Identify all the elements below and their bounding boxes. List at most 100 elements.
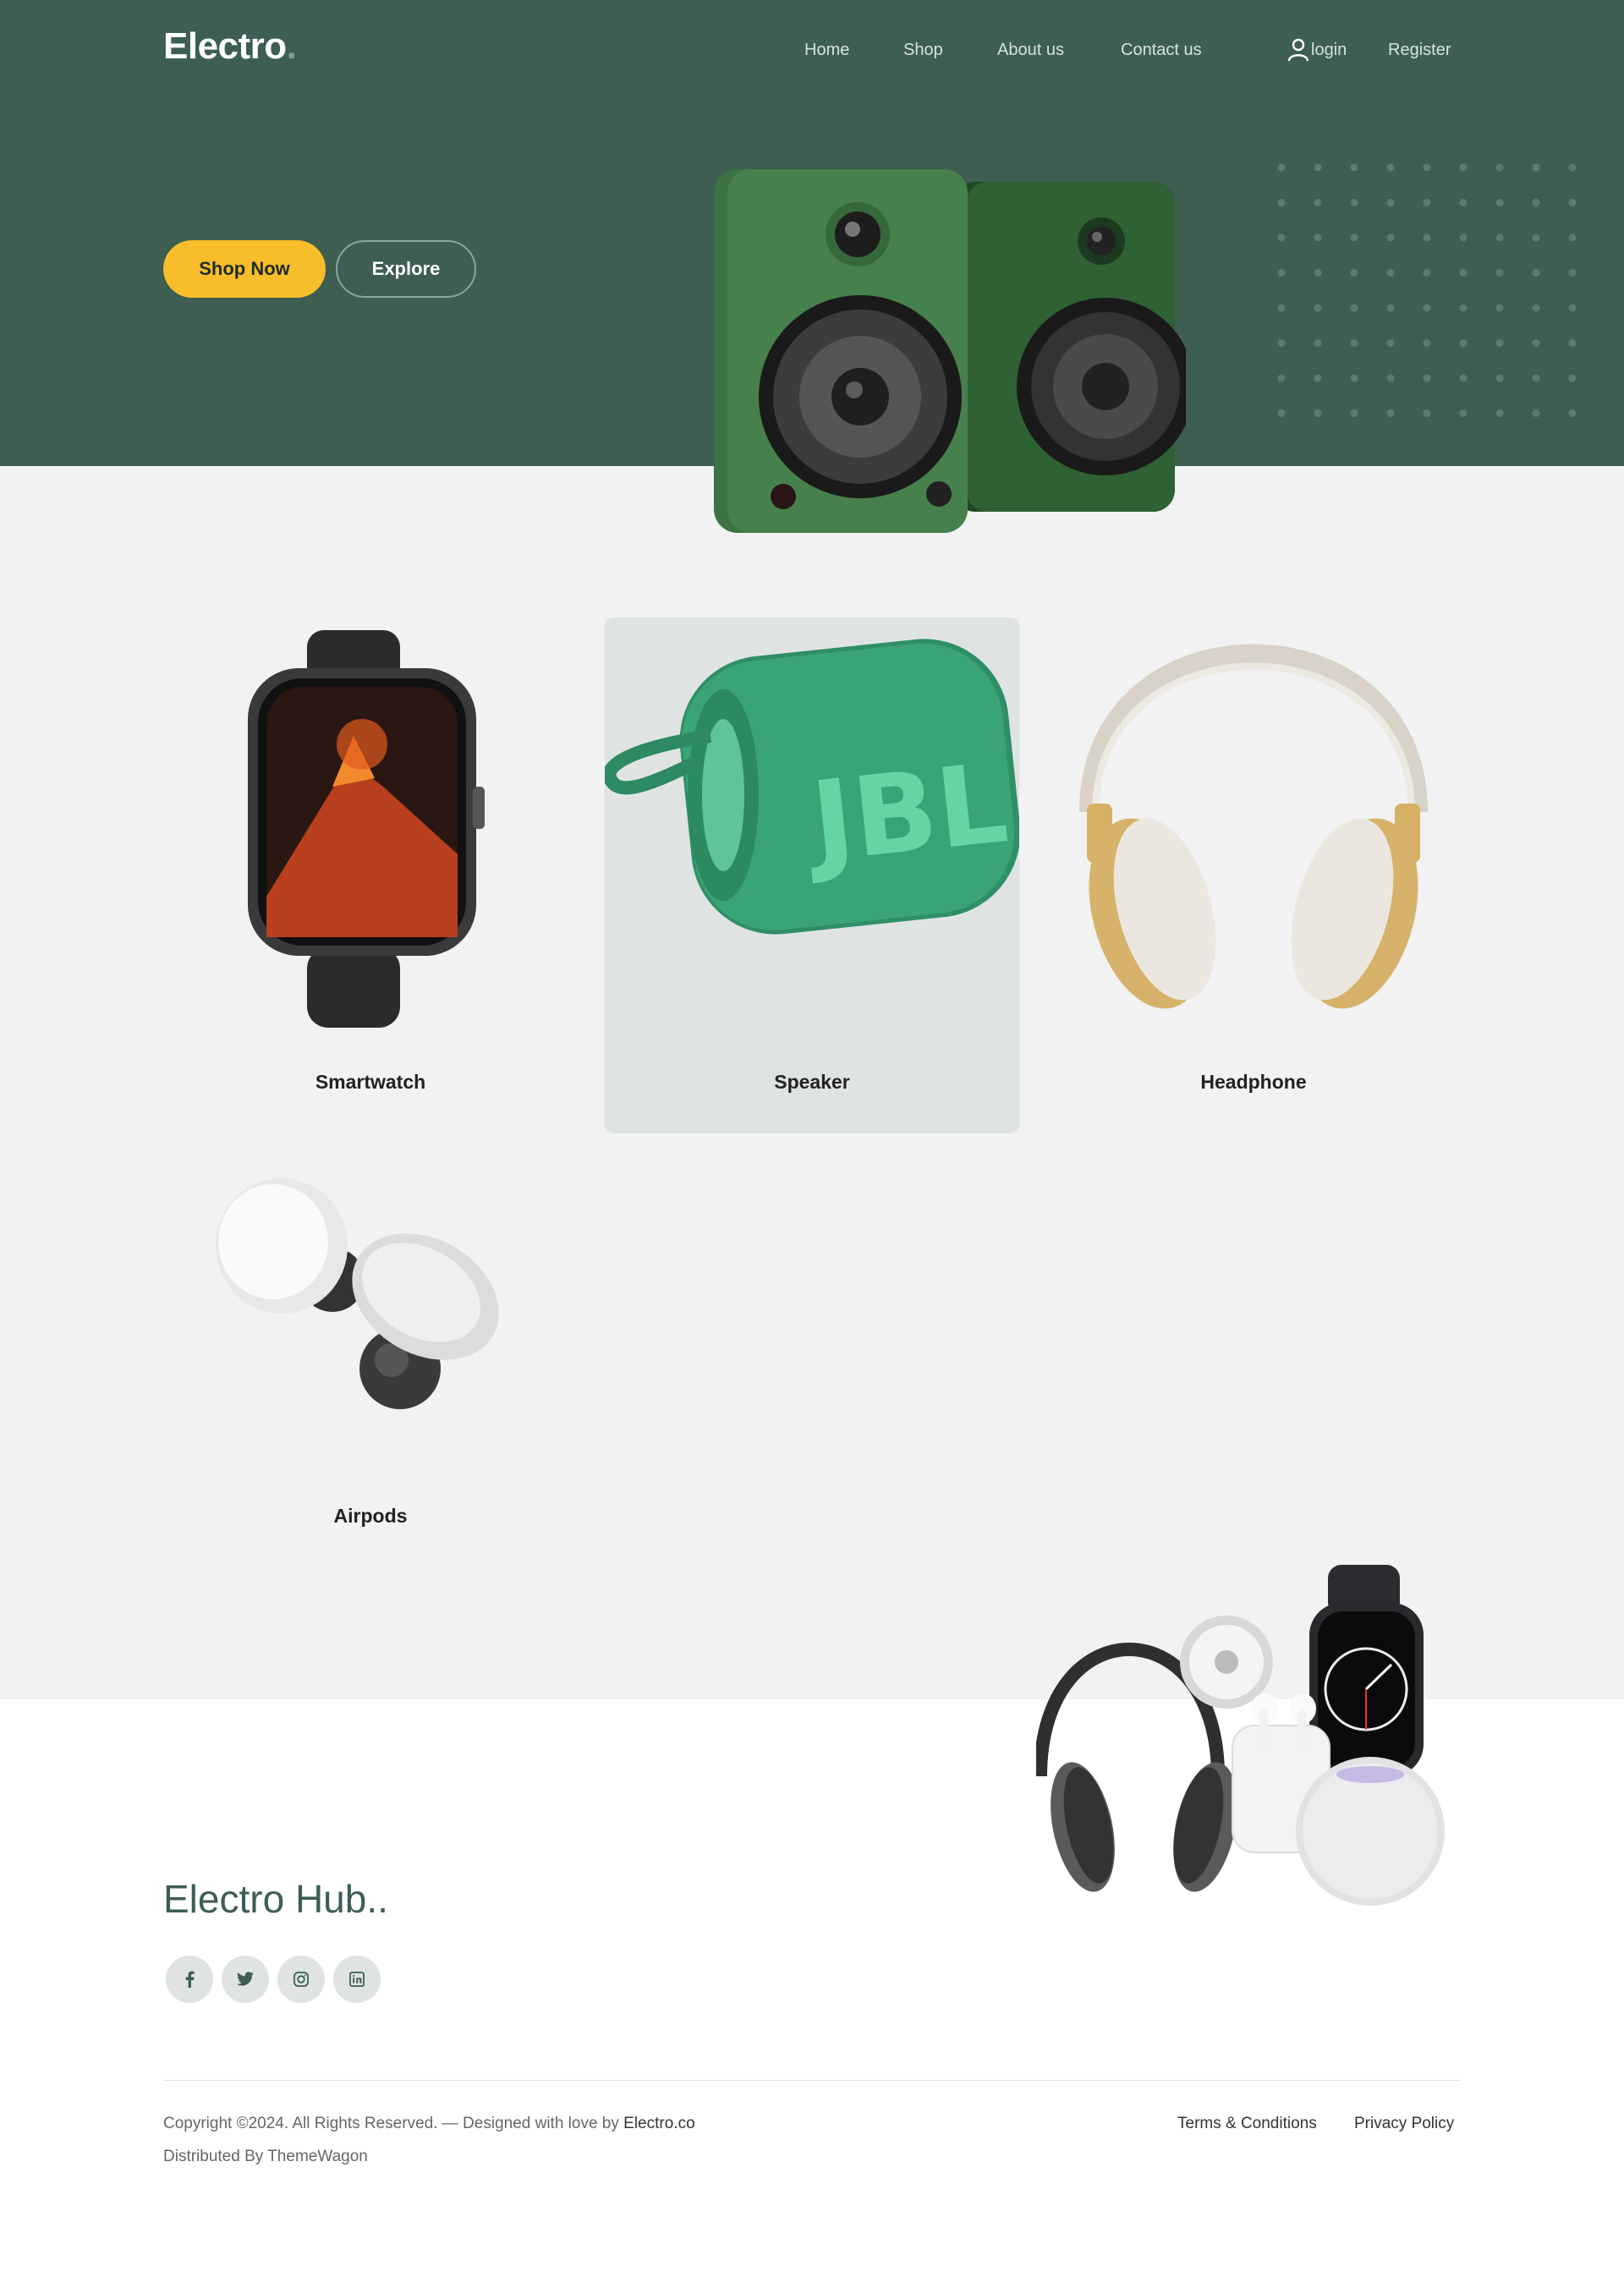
pattern-dot [1386, 339, 1395, 347]
pattern-dot [1314, 339, 1322, 347]
terms-link[interactable]: Terms & Conditions [1177, 2115, 1317, 2133]
pattern-dot [1532, 233, 1540, 242]
pattern-dot [1386, 199, 1395, 206]
footer-divider [163, 2080, 1461, 2081]
headphone-image [1079, 644, 1428, 1009]
pattern-dot [1277, 269, 1286, 277]
pattern-dot [1568, 339, 1577, 347]
pattern-dot [1386, 233, 1395, 242]
pattern-dot [1314, 163, 1322, 172]
pattern-dot [1532, 163, 1540, 172]
pattern-dot [1386, 304, 1395, 312]
pattern-dot [1314, 409, 1322, 417]
pattern-dot [1423, 374, 1431, 382]
pattern-dot [1350, 163, 1358, 172]
pattern-dot [1495, 304, 1504, 312]
pattern-dot [1568, 163, 1577, 172]
pattern-dot [1532, 339, 1540, 347]
nav-contact-us[interactable]: Contact us [1121, 37, 1202, 63]
copyright-text: Copyright ©2024. All Rights Reserved. — … [163, 2115, 695, 2132]
pattern-dot [1532, 269, 1540, 277]
shop-now-button[interactable]: Shop Now [163, 240, 326, 298]
login-link[interactable]: login [1311, 37, 1347, 63]
product-label: Speaker [774, 1071, 850, 1093]
product-label: Airpods [333, 1505, 408, 1527]
pattern-dot [1314, 269, 1322, 277]
privacy-link[interactable]: Privacy Policy [1354, 2115, 1454, 2133]
nav-shop[interactable]: Shop [903, 37, 943, 63]
pattern-dot [1314, 199, 1322, 206]
pattern-dot [1314, 233, 1322, 242]
pattern-dot [1277, 374, 1286, 382]
pattern-dot [1532, 304, 1540, 312]
nav-home[interactable]: Home [804, 37, 849, 63]
instagram-icon[interactable] [277, 1956, 325, 2003]
explore-button[interactable]: Explore [336, 240, 476, 298]
user-icon[interactable] [1286, 37, 1311, 63]
pattern-dot [1532, 199, 1540, 206]
pattern-dot [1495, 269, 1504, 277]
dot-pattern [1277, 163, 1577, 417]
pattern-dot [1459, 409, 1468, 417]
pattern-dot [1277, 163, 1286, 172]
pattern-dot [1568, 409, 1577, 417]
footer-brand: Electro Hub.. [163, 1877, 388, 1921]
twitter-icon[interactable] [222, 1956, 269, 2003]
pattern-dot [1350, 374, 1358, 382]
pattern-dot [1459, 163, 1468, 172]
linkedin-icon[interactable] [333, 1956, 381, 2003]
product-label: Headphone [1200, 1071, 1307, 1093]
pattern-dot [1459, 339, 1468, 347]
pattern-dot [1277, 233, 1286, 242]
pattern-dot [1423, 269, 1431, 277]
pattern-dot [1277, 339, 1286, 347]
pattern-dot [1423, 304, 1431, 312]
pattern-dot [1423, 199, 1431, 206]
pattern-dot [1459, 199, 1468, 206]
pattern-dot [1423, 339, 1431, 347]
pattern-dot [1532, 409, 1540, 417]
pattern-dot [1495, 374, 1504, 382]
speakers-image [714, 169, 1186, 533]
pattern-dot [1459, 374, 1468, 382]
pattern-dot [1423, 163, 1431, 172]
pattern-dot [1495, 199, 1504, 206]
pattern-dot [1568, 304, 1577, 312]
pattern-dot [1495, 163, 1504, 172]
pattern-dot [1386, 163, 1395, 172]
facebook-icon[interactable] [166, 1956, 213, 2003]
pattern-dot [1459, 304, 1468, 312]
product-card-speaker[interactable]: JBL Speaker [605, 617, 1019, 1133]
pattern-dot [1568, 233, 1577, 242]
pattern-dot [1386, 409, 1395, 417]
speaker-image: JBL [605, 639, 1019, 935]
pattern-dot [1277, 199, 1286, 206]
pattern-dot [1423, 409, 1431, 417]
pattern-dot [1350, 269, 1358, 277]
distributed-by-text: Distributed By ThemeWagon [163, 2148, 368, 2165]
pattern-dot [1568, 269, 1577, 277]
pattern-dot [1568, 199, 1577, 206]
pattern-dot [1423, 233, 1431, 242]
pattern-dot [1532, 374, 1540, 382]
pattern-dot [1314, 374, 1322, 382]
product-card-airpods[interactable]: Airpods [163, 1051, 578, 1567]
pattern-dot [1350, 339, 1358, 347]
pattern-dot [1495, 339, 1504, 347]
pattern-dot [1350, 199, 1358, 206]
pattern-dot [1350, 409, 1358, 417]
product-card-headphone[interactable]: Headphone [1046, 617, 1461, 1133]
svg-text:JBL: JBL [799, 738, 1013, 887]
pattern-dot [1495, 233, 1504, 242]
apple-devices-image [1036, 1565, 1445, 1906]
designer-link[interactable]: Electro.co [623, 2115, 694, 2132]
nav-about-us[interactable]: About us [997, 37, 1064, 63]
pattern-dot [1459, 269, 1468, 277]
pattern-dot [1314, 304, 1322, 312]
pattern-dot [1495, 409, 1504, 417]
pattern-dot [1386, 374, 1395, 382]
register-link[interactable]: Register [1388, 37, 1451, 63]
pattern-dot [1459, 233, 1468, 242]
smartwatch-image [248, 630, 485, 1028]
pattern-dot [1350, 304, 1358, 312]
